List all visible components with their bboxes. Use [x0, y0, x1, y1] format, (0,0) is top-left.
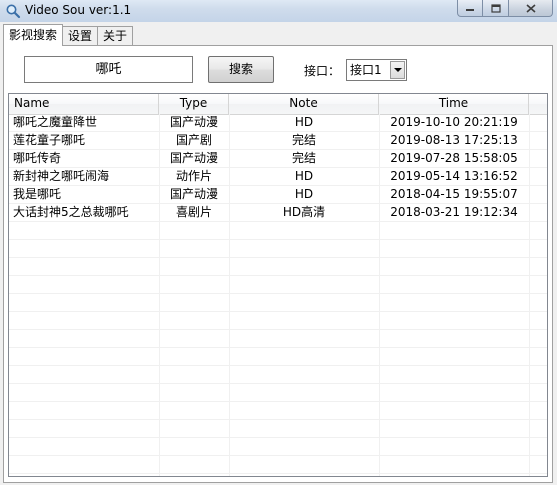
column-header-note[interactable]: Note — [229, 94, 379, 114]
table-row[interactable]: 莲花童子哪吒 国产剧 完结 2019-08-13 17:25:13 — [9, 132, 547, 150]
empty-row — [9, 240, 547, 258]
cell-note: HD高清 — [282, 205, 326, 219]
empty-row — [9, 384, 547, 402]
minimize-button[interactable] — [457, 0, 483, 17]
cell-type: 动作片 — [175, 169, 212, 183]
table-row[interactable]: 哪吒传奇 国产动漫 完结 2019-07-28 15:58:05 — [9, 150, 547, 168]
cell-note: HD — [294, 187, 314, 201]
tab-about[interactable]: 关于 — [97, 26, 134, 46]
title-bar[interactable]: Video Sou ver:1.1 — [0, 0, 557, 23]
empty-row — [9, 366, 547, 384]
window-client: 影视搜索 设置 关于 哪吒 搜索 接口： 接口1 Name Type Note … — [0, 22, 557, 485]
interface-label: 接口： — [304, 64, 341, 78]
results-list[interactable]: Name Type Note Time 哪吒之魔童降世 国产动漫 HD 2019… — [8, 93, 548, 477]
maximize-icon — [490, 3, 501, 13]
table-row[interactable]: 新封神之哪吒闹海 动作片 HD 2019-05-14 13:16:52 — [9, 168, 547, 186]
cell-type: 喜剧片 — [175, 205, 212, 219]
column-header-name[interactable]: Name — [9, 94, 159, 114]
cell-name: 我是哪吒 — [13, 187, 62, 201]
app-icon — [6, 4, 21, 19]
tab-strip: 影视搜索 设置 关于 — [3, 24, 134, 46]
empty-row — [9, 456, 547, 474]
cell-time: 2018-03-21 19:12:34 — [390, 205, 518, 219]
table-row[interactable]: 我是哪吒 国产动漫 HD 2018-04-15 19:55:07 — [9, 186, 547, 204]
cell-time: 2019-07-28 15:58:05 — [390, 151, 518, 165]
window-title: Video Sou ver:1.1 — [25, 3, 132, 17]
search-button[interactable]: 搜索 — [208, 56, 274, 83]
column-header-type[interactable]: Type — [159, 94, 229, 114]
empty-row — [9, 276, 547, 294]
caption-buttons — [457, 0, 553, 18]
close-icon — [525, 3, 536, 13]
search-panel: 哪吒 搜索 接口： 接口1 Name Type Note Time 哪吒之魔童降… — [3, 45, 553, 483]
list-rows: 哪吒之魔童降世 国产动漫 HD 2019-10-10 20:21:19 莲花童子… — [9, 114, 547, 474]
cell-type: 国产剧 — [175, 133, 212, 147]
empty-row — [9, 312, 547, 330]
cell-name: 大话封神5之总裁哪吒 — [13, 205, 129, 219]
list-header: Name Type Note Time — [9, 94, 547, 115]
cell-note: 完结 — [291, 151, 316, 165]
cell-note: 完结 — [291, 133, 316, 147]
empty-row — [9, 258, 547, 276]
empty-row — [9, 330, 547, 348]
empty-row — [9, 402, 547, 420]
cell-note: HD — [294, 115, 314, 129]
cell-name: 新封神之哪吒闹海 — [13, 169, 110, 183]
empty-row — [9, 348, 547, 366]
column-header-time[interactable]: Time — [379, 94, 529, 114]
cell-time: 2019-10-10 20:21:19 — [390, 115, 518, 129]
close-button[interactable] — [509, 0, 553, 17]
cell-type: 国产动漫 — [169, 187, 218, 201]
empty-row — [9, 438, 547, 456]
cell-type: 国产动漫 — [169, 151, 218, 165]
cell-note: HD — [294, 169, 314, 183]
cell-time: 2018-04-15 19:55:07 — [390, 187, 518, 201]
tab-settings[interactable]: 设置 — [62, 26, 99, 46]
chevron-down-icon[interactable] — [390, 61, 405, 79]
cell-time: 2019-05-14 13:16:52 — [390, 169, 518, 183]
table-row[interactable]: 哪吒之魔童降世 国产动漫 HD 2019-10-10 20:21:19 — [9, 114, 547, 132]
empty-row — [9, 294, 547, 312]
cell-name: 哪吒之魔童降世 — [13, 115, 98, 129]
maximize-button[interactable] — [483, 0, 509, 17]
tab-video-search[interactable]: 影视搜索 — [3, 24, 64, 46]
search-input[interactable]: 哪吒 — [24, 56, 193, 83]
interface-selected-value: 接口1 — [350, 63, 382, 77]
empty-row — [9, 420, 547, 438]
minimize-icon — [466, 9, 474, 11]
cell-time: 2019-08-13 17:25:13 — [390, 133, 518, 147]
interface-select[interactable]: 接口1 — [346, 59, 407, 81]
empty-row — [9, 222, 547, 240]
cell-name: 哪吒传奇 — [13, 151, 62, 165]
cell-name: 莲花童子哪吒 — [13, 133, 86, 147]
cell-type: 国产动漫 — [169, 115, 218, 129]
table-row[interactable]: 大话封神5之总裁哪吒 喜剧片 HD高清 2018-03-21 19:12:34 — [9, 204, 547, 222]
